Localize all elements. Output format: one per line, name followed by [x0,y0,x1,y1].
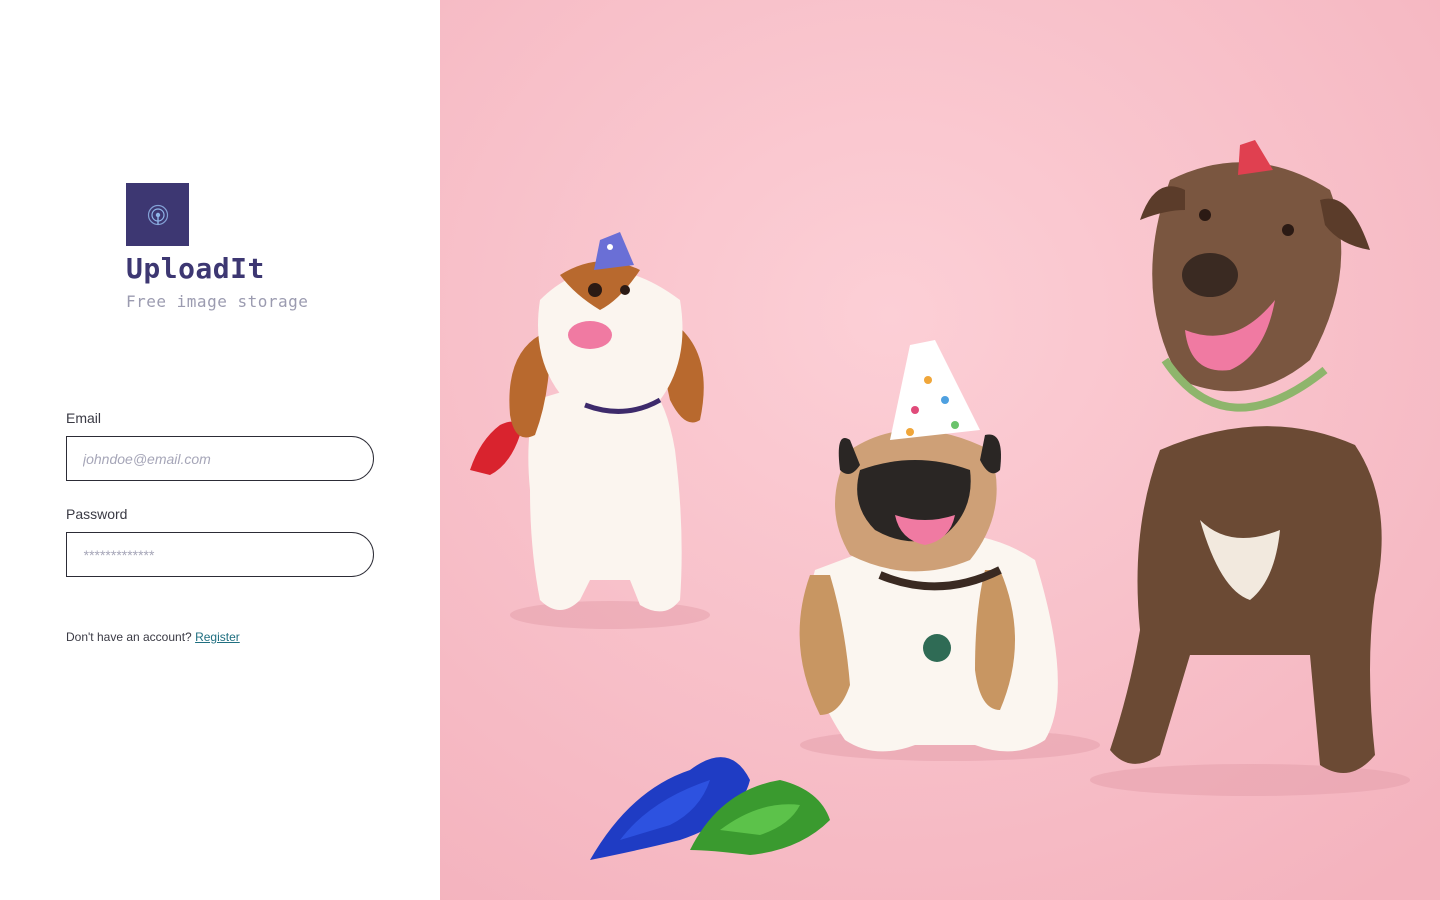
password-field[interactable] [66,532,374,577]
login-panel: UploadIt Free image storage Email Passwo… [0,0,440,900]
hero-image [440,0,1440,900]
email-label: Email [66,410,102,426]
app-tagline: Free image storage [126,292,309,311]
party-dogs-illustration [440,0,1440,900]
register-prompt-row: Don't have an account? Register [66,630,240,644]
register-link[interactable]: Register [195,630,240,644]
password-label: Password [66,506,128,522]
email-field[interactable] [66,436,374,481]
app-logo [126,183,189,246]
register-prompt-text: Don't have an account? [66,630,192,644]
app-title: UploadIt [126,252,265,285]
login-page: UploadIt Free image storage Email Passwo… [0,0,1440,900]
upload-signal-icon [147,204,168,225]
